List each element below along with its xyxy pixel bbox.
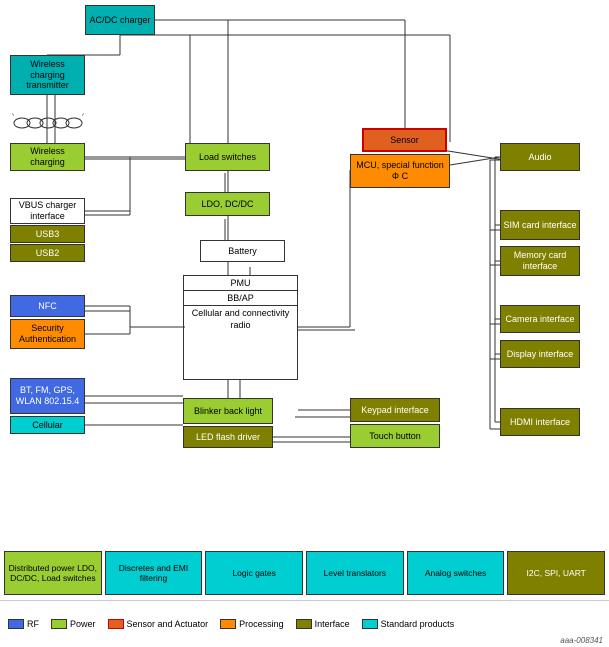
processing-color [220,619,236,629]
interface-color [296,619,312,629]
sim-box: SIM card interface [500,210,580,240]
coil-symbol [10,108,85,138]
aaa-code: aaa-008341 [560,636,603,645]
extra-lines [0,0,609,600]
vbus-box: VBUS charger interface [10,198,85,224]
i2c-spi-box: I2C, SPI, UART [507,551,605,595]
nfc-box: NFC [10,295,85,317]
usb3-box: USB3 [10,225,85,243]
memory-box: Memory card interface [500,246,580,276]
rf-color [8,619,24,629]
legend-standard: Standard products [362,619,455,629]
bottom-row: Distributed power LDO, DC/DC, Load switc… [0,551,609,595]
analog-switches-box: Analog switches [407,551,505,595]
discretes-box: Discretes and EMI filtering [105,551,203,595]
standard-color [362,619,378,629]
pmu-container: PMU BB/AP Cellular and connectivity radi… [183,275,298,380]
logic-gates-box: Logic gates [205,551,303,595]
load-switches-box: Load switches [185,143,270,171]
camera-box: Camera interface [500,305,580,333]
legend-processing: Processing [220,619,284,629]
legend: RF Power Sensor and Actuator Processing … [0,600,609,647]
audio-box: Audio [500,143,580,171]
security-box: Security Authentication [10,319,85,349]
sensor-color [108,619,124,629]
ldo-box: LDO, DC/DC [185,192,270,216]
legend-rf: RF [8,619,39,629]
pmu-label: PMU [184,276,297,291]
legend-power: Power [51,619,96,629]
ac-dc-box: AC/DC charger [85,5,155,35]
wireless-charging-box: Wireless charging [10,143,85,171]
usb2-box: USB2 [10,244,85,262]
hdmi-box: HDMI interface [500,408,580,436]
blinker-box: Blinker back light [183,398,273,424]
cellular-radio-label: Cellular and connectivity radio [184,306,297,333]
keypad-box: Keypad interface [350,398,440,422]
display-box: Display interface [500,340,580,368]
distributed-power-box: Distributed power LDO, DC/DC, Load switc… [4,551,102,595]
bb-ap-label: BB/AP [184,291,297,306]
battery-box: Battery [200,240,285,262]
led-flash-box: LED flash driver [183,426,273,448]
legend-interface: Interface [296,619,350,629]
diagram: AC/DC charger Wireless charging transmit… [0,0,609,600]
bt-fm-box: BT, FM, GPS, WLAN 802.15.4 [10,378,85,414]
cellular-box: Cellular [10,416,85,434]
power-color [51,619,67,629]
wireless-tx-box: Wireless charging transmitter [10,55,85,95]
touch-box: Touch button [350,424,440,448]
sensor-box: Sensor [362,128,447,152]
level-translators-box: Level translators [306,551,404,595]
legend-sensor: Sensor and Actuator [108,619,209,629]
connection-lines [0,0,609,600]
mcu-box: MCU, special function Φ C [350,154,450,188]
